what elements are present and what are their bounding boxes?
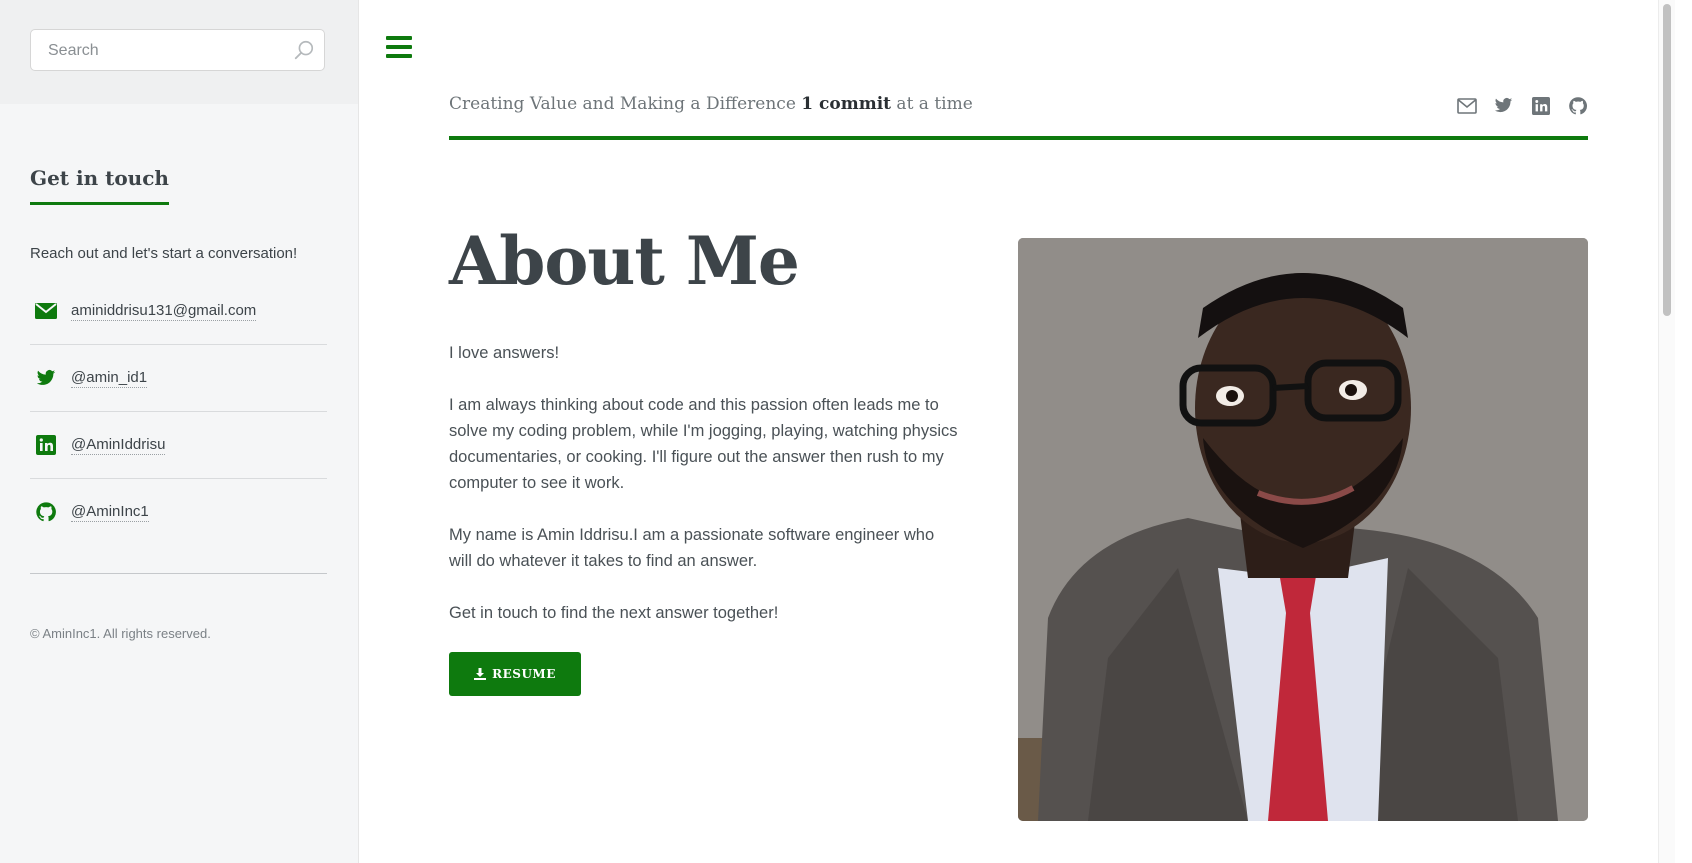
main-content: Creating Value and Making a Difference 1… xyxy=(359,0,1675,863)
envelope-icon xyxy=(35,300,57,322)
contact-link-email[interactable]: aminiddrisu131@gmail.com xyxy=(71,302,257,321)
tagline-end: at a time xyxy=(891,94,973,114)
contact-link-github[interactable]: @AminInc1 xyxy=(71,503,149,522)
about-paragraph: I am always thinking about code and this… xyxy=(449,396,958,492)
header-social-icons xyxy=(1456,95,1588,116)
linkedin-icon xyxy=(35,434,57,456)
resume-label: RESUME xyxy=(492,667,556,681)
resume-button[interactable]: RESUME xyxy=(449,652,581,696)
contact-item-email: aminiddrisu131@gmail.com xyxy=(30,278,327,345)
linkedin-icon[interactable] xyxy=(1530,95,1551,116)
header-bar: Creating Value and Making a Difference 1… xyxy=(449,82,1588,140)
envelope-icon[interactable] xyxy=(1456,95,1477,116)
twitter-icon xyxy=(35,367,57,389)
search-box[interactable] xyxy=(30,29,325,72)
contact-link-linkedin[interactable]: @AminIddrisu xyxy=(71,436,166,455)
download-icon xyxy=(474,668,487,680)
about-paragraph: Get in touch to find the next answer tog… xyxy=(449,604,779,622)
tagline: Creating Value and Making a Difference 1… xyxy=(449,94,973,114)
contact-list: aminiddrisu131@gmail.com @amin_id1 @Amin… xyxy=(30,278,327,545)
contact-item-linkedin: @AminIddrisu xyxy=(30,412,327,479)
tagline-start: Creating Value and Making a Difference xyxy=(449,94,802,114)
github-icon[interactable] xyxy=(1567,95,1588,116)
tagline-bold: 1 commit xyxy=(801,94,892,114)
scrollbar-thumb[interactable] xyxy=(1663,4,1671,316)
sidebar-intro: Reach out and let's start a conversation… xyxy=(30,245,298,262)
about-text: I love answers! I am always thinking abo… xyxy=(449,340,959,652)
page-title: About Me xyxy=(449,222,800,300)
search-icon[interactable] xyxy=(293,39,315,61)
menu-toggle-icon[interactable] xyxy=(386,36,412,62)
search-input[interactable] xyxy=(46,30,280,72)
sidebar-divider xyxy=(30,573,327,574)
contact-item-github: @AminInc1 xyxy=(30,479,327,545)
scrollbar[interactable] xyxy=(1658,0,1675,863)
github-icon xyxy=(35,501,57,523)
copyright-text: © AminInc1. All rights reserved. xyxy=(30,626,211,641)
contact-item-twitter: @amin_id1 xyxy=(30,345,327,412)
sidebar-heading: Get in touch xyxy=(30,166,169,205)
sidebar: Get in touch Reach out and let's start a… xyxy=(0,0,359,863)
about-paragraph: I love answers! xyxy=(449,344,560,362)
contact-link-twitter[interactable]: @amin_id1 xyxy=(71,369,148,388)
twitter-icon[interactable] xyxy=(1493,95,1514,116)
profile-photo xyxy=(1018,238,1588,821)
about-paragraph: My name is Amin Iddrisu.I am a passionat… xyxy=(449,526,935,570)
search-area xyxy=(0,0,358,104)
